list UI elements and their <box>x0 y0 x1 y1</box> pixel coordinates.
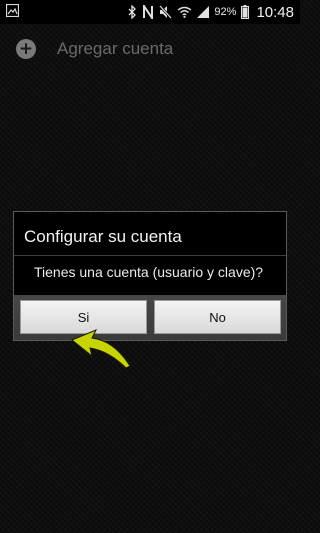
battery-icon <box>241 5 250 19</box>
plus-circle-icon: + <box>16 39 36 59</box>
nfc-icon <box>142 2 154 22</box>
setup-account-dialog: Configurar su cuenta Tienes una cuenta (… <box>13 211 287 341</box>
dialog-divider <box>14 255 286 256</box>
curved-arrow-icon <box>71 329 131 369</box>
image-notification-icon <box>5 3 20 18</box>
mute-icon <box>159 5 173 19</box>
signal-icon <box>197 6 210 18</box>
bluetooth-icon <box>128 4 137 20</box>
dialog-title: Configurar su cuenta <box>24 227 182 246</box>
dialog-button-bar: Si No <box>14 295 286 340</box>
add-account-row[interactable]: + Agregar cuenta <box>16 37 173 61</box>
clock: 10:48 <box>256 3 294 21</box>
dialog-message: Tienes una cuenta (usuario y clave)? <box>34 264 264 280</box>
battery-percent: 92% <box>214 6 237 18</box>
status-bar: 92% 10:48 <box>0 0 300 24</box>
wifi-icon <box>177 6 192 18</box>
add-account-label: Agregar cuenta <box>57 39 174 58</box>
no-button[interactable]: No <box>154 300 281 334</box>
